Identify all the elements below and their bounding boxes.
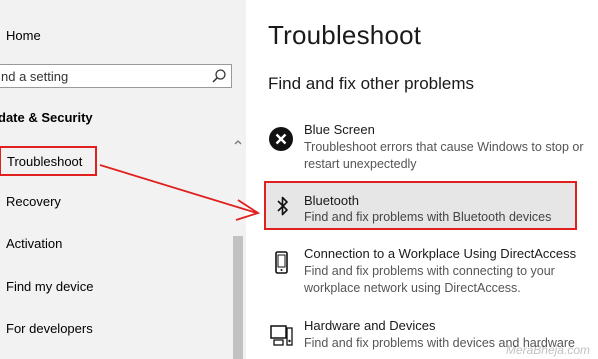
hardware-icon: [270, 325, 293, 346]
item-title: Hardware and Devices: [304, 318, 436, 333]
sidebar-item-find-my-device[interactable]: Find my device: [6, 279, 93, 294]
main-panel: Troubleshoot Find and fix other problems…: [246, 0, 598, 359]
sidebar-item-recovery[interactable]: Recovery: [6, 194, 61, 209]
search-icon[interactable]: [211, 68, 227, 84]
sidebar-item-label: Troubleshoot: [7, 154, 83, 169]
item-description: Find and fix problems with connecting to…: [304, 264, 555, 295]
item-title: Blue Screen: [304, 122, 375, 137]
bluetooth-icon: [277, 196, 288, 216]
item-title: Connection to a Workplace Using DirectAc…: [304, 246, 577, 261]
sidebar-item-for-developers[interactable]: For developers: [6, 321, 93, 336]
page-title: Troubleshoot: [268, 20, 422, 50]
troubleshooter-bluetooth[interactable]: Bluetooth Find and fix problems with Blu…: [264, 181, 577, 230]
scrollbar-thumb[interactable]: [233, 236, 243, 359]
item-description: Find and fix problems with Bluetooth dev…: [304, 210, 552, 224]
sidebar: Home date & Security Troubleshoot Recove…: [0, 0, 246, 359]
item-description: Troubleshoot errors that cause Windows t…: [304, 140, 584, 171]
watermark: MeraBheja.com: [505, 343, 590, 357]
close-circle-icon: [269, 127, 293, 151]
scroll-up-arrow-icon[interactable]: [233, 138, 243, 148]
sidebar-home-link[interactable]: Home: [6, 28, 41, 43]
phone-icon: [275, 251, 288, 274]
sidebar-item-troubleshoot[interactable]: Troubleshoot: [0, 146, 97, 176]
section-heading: Find and fix other problems: [268, 74, 474, 93]
troubleshooter-blue-screen[interactable]: Blue Screen Troubleshoot errors that cau…: [266, 122, 598, 174]
troubleshooter-directaccess[interactable]: Connection to a Workplace Using DirectAc…: [266, 246, 598, 300]
sidebar-section-title: date & Security: [0, 110, 93, 125]
search-box[interactable]: [0, 64, 232, 88]
search-input[interactable]: [0, 65, 201, 87]
item-title: Bluetooth: [304, 193, 359, 208]
sidebar-item-activation[interactable]: Activation: [6, 236, 62, 251]
